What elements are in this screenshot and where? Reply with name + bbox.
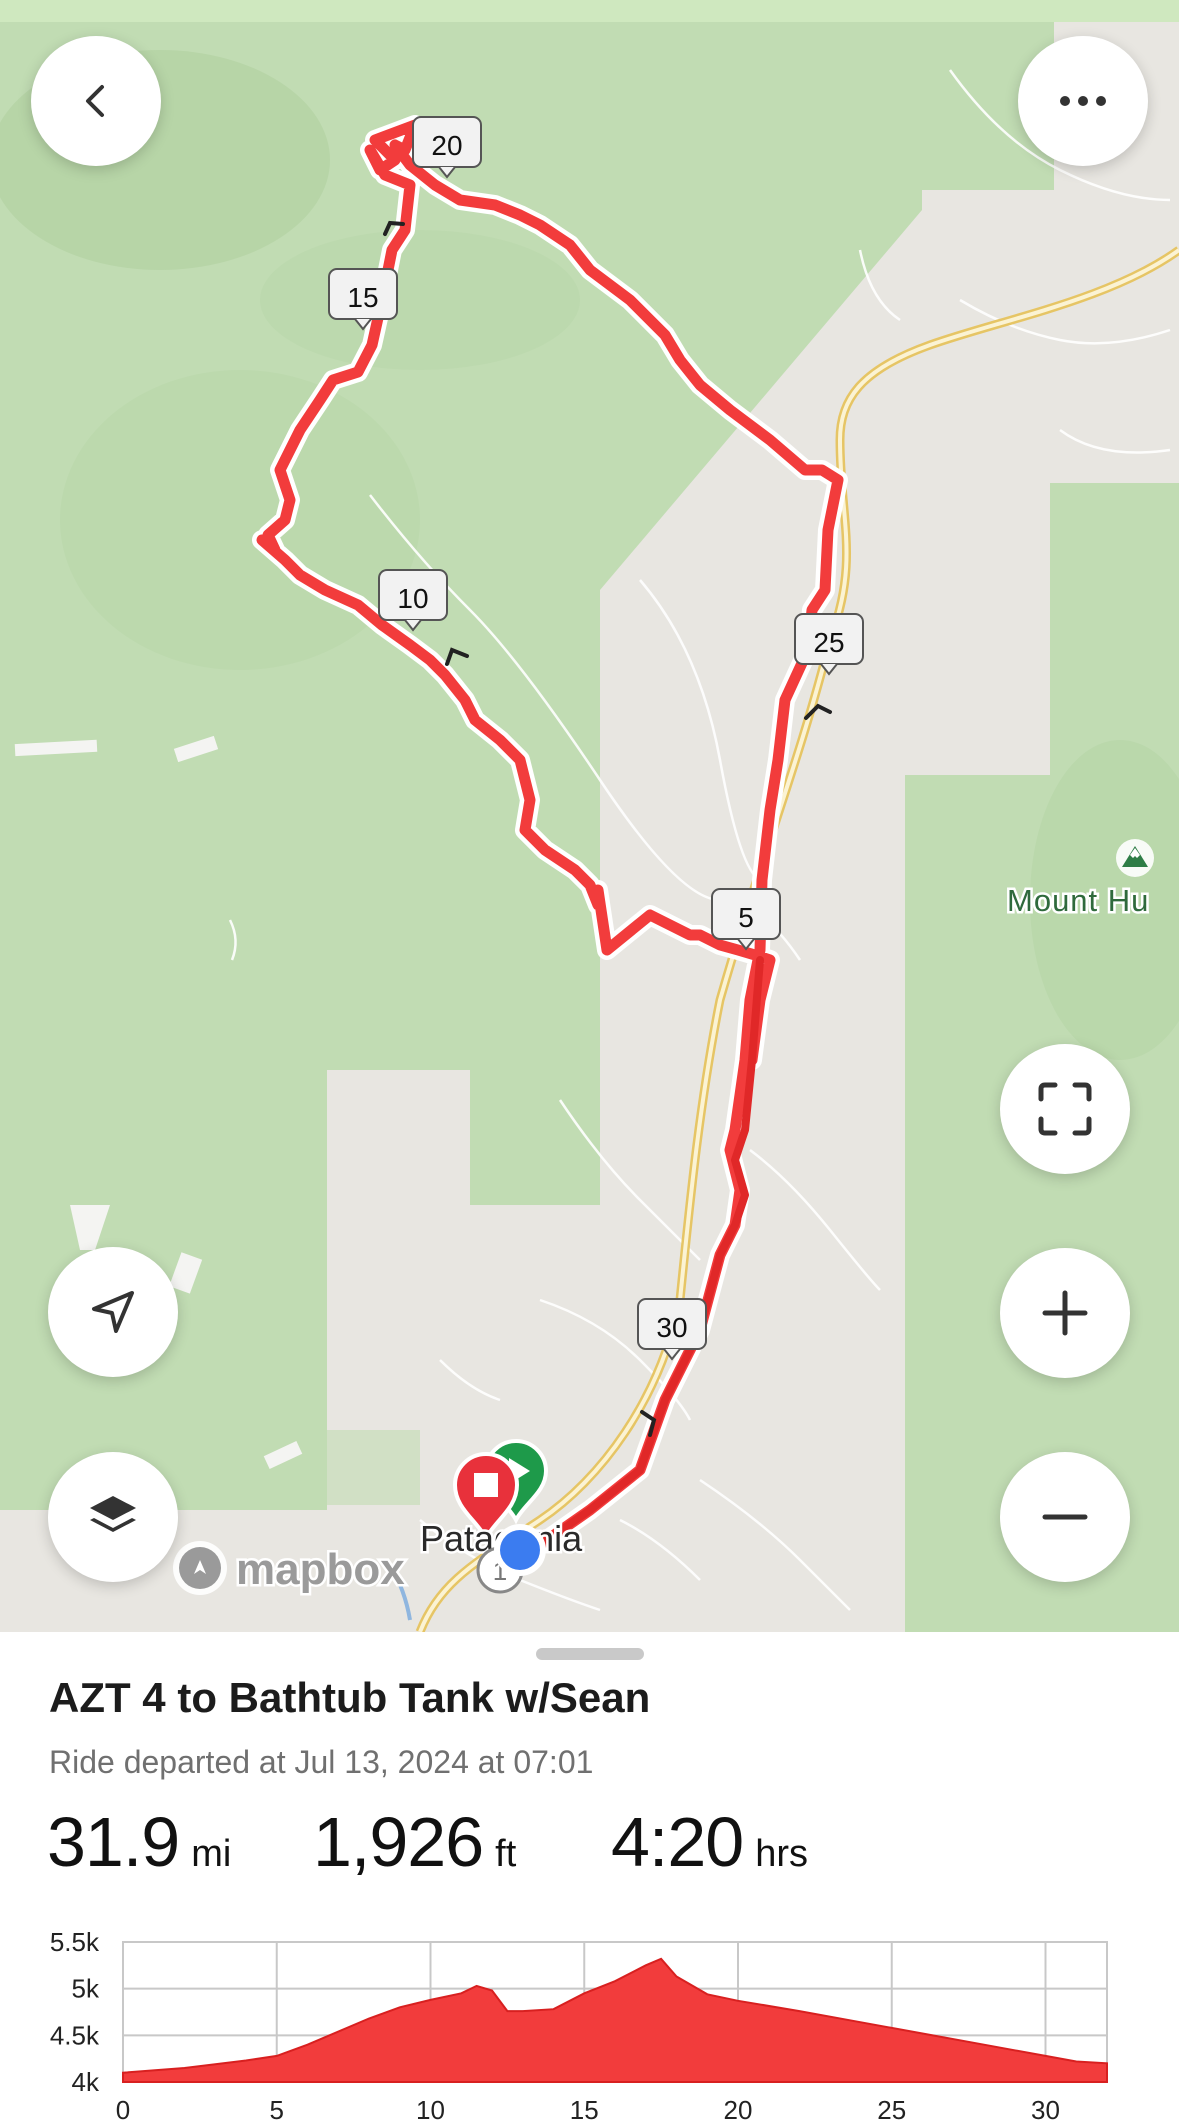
y-tick-label: 4.5k [50, 2020, 100, 2050]
mile-marker-10: 10 [378, 569, 448, 632]
fullscreen-button[interactable] [1000, 1044, 1130, 1174]
ride-title: AZT 4 to Bathtub Tank w/Sean [49, 1674, 651, 1721]
svg-text:10: 10 [397, 583, 428, 614]
elevation-profile-chart[interactable]: 0 5 10 15 20 25 30 4k 4.5k 5k 5.5k [0, 1892, 1179, 2121]
layers-icon [90, 1496, 136, 1532]
forest-area-south [327, 1430, 420, 1505]
current-location-dot [494, 1524, 546, 1576]
terrain-shade [260, 230, 580, 370]
duration-value: 4:20 [611, 1803, 744, 1881]
x-tick-label: 10 [416, 2095, 445, 2121]
svg-text:25: 25 [813, 627, 844, 658]
distance-unit: mi [191, 1833, 232, 1875]
elevation-value: 1,926 [313, 1803, 484, 1881]
duration-stat: 4:20 hrs [611, 1802, 808, 1882]
x-tick-label: 5 [270, 2095, 284, 2121]
duration-unit: hrs [755, 1833, 809, 1875]
distance-stat: 31.9 mi [47, 1802, 231, 1882]
y-tick-label: 5.5k [50, 1927, 100, 1957]
mile-marker-25: 25 [794, 613, 864, 676]
mile-marker-20: 20 [412, 116, 482, 179]
zoom-out-button[interactable] [1000, 1452, 1130, 1582]
svg-text:15: 15 [347, 282, 378, 313]
fullscreen-icon [1038, 1082, 1092, 1136]
more-horizontal-icon [1060, 96, 1106, 106]
svg-text:20: 20 [431, 130, 462, 161]
zoom-in-button[interactable] [1000, 1248, 1130, 1378]
minus-icon [1042, 1514, 1088, 1520]
map-layers-button[interactable] [48, 1452, 178, 1582]
mile-marker-5: 5 [711, 888, 781, 951]
y-tick-label: 5k [72, 1974, 100, 2004]
locate-me-button[interactable] [48, 1247, 178, 1377]
mapbox-logo: mapbox [173, 1541, 408, 1597]
back-button[interactable] [31, 36, 161, 166]
mountain-peak-icon [1116, 839, 1154, 877]
distance-value: 31.9 [47, 1803, 180, 1881]
x-tick-label: 15 [570, 2095, 599, 2121]
x-tick-label: 30 [1031, 2095, 1060, 2121]
x-tick-label: 0 [116, 2095, 130, 2121]
ride-departure-time: Ride departed at Jul 13, 2024 at 07:01 [49, 1744, 594, 1780]
map-view[interactable]: 20 15 10 25 5 30 Mount Hu 1 mapbox [0, 0, 1179, 1632]
svg-text:5: 5 [738, 902, 754, 933]
svg-text:mapbox: mapbox [236, 1545, 405, 1594]
sheet-drag-handle[interactable] [536, 1648, 644, 1660]
peak-label: Mount Hu [1007, 883, 1149, 918]
mile-marker-15: 15 [328, 268, 398, 331]
top-strip [0, 0, 1179, 22]
elevation-stat: 1,926 ft [313, 1802, 516, 1882]
svg-text:30: 30 [656, 1312, 687, 1343]
terrain-shade [60, 370, 420, 670]
ride-summary-sheet: AZT 4 to Bathtub Tank w/Sean Ride depart… [0, 1632, 1179, 2121]
mile-marker-30: 30 [637, 1298, 707, 1361]
more-options-button[interactable] [1018, 36, 1148, 166]
chevron-left-icon [86, 85, 104, 117]
y-tick-label: 4k [72, 2067, 100, 2097]
stop-icon [474, 1473, 498, 1497]
x-tick-label: 20 [724, 2095, 753, 2121]
map-canvas[interactable]: 20 15 10 25 5 30 Mount Hu 1 mapbox [0, 0, 1179, 1632]
navigation-arrow-icon [92, 1291, 134, 1333]
plus-icon [1042, 1290, 1088, 1336]
x-tick-label: 25 [877, 2095, 906, 2121]
elevation-unit: ft [495, 1833, 517, 1875]
